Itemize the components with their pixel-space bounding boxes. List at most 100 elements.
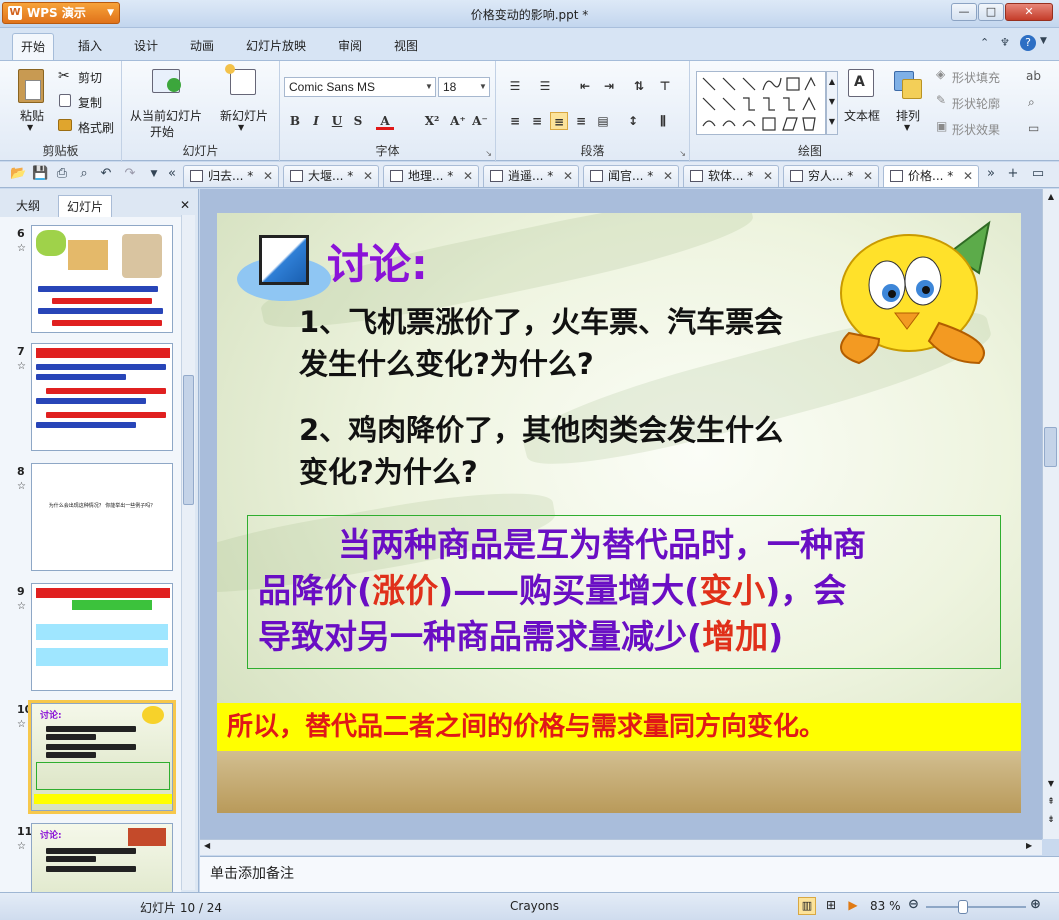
slide[interactable]: 讨论: 1、飞机票涨价了，火车票、汽车票会 发生什么变化?为什么? 2、鸡肉降价…: [217, 213, 1021, 813]
font-size-select[interactable]: 18 ▼: [438, 77, 490, 97]
close-tab-icon[interactable]: ✕: [963, 166, 973, 186]
notes-input[interactable]: 单击添加备注: [200, 856, 1059, 892]
align-right-icon[interactable]: ≡: [550, 112, 568, 130]
close-tab-icon[interactable]: ✕: [663, 166, 673, 186]
find-icon[interactable]: ⌕: [1028, 95, 1035, 110]
gallery-scroll[interactable]: ▲ ▼ ▼: [826, 71, 838, 135]
select-icon[interactable]: ▭: [1028, 121, 1039, 135]
doc-tab[interactable]: 逍遥... * ✕: [483, 165, 579, 187]
increase-indent-icon[interactable]: ⇥: [600, 77, 618, 95]
tab-insert[interactable]: 插入: [78, 37, 102, 54]
zoom-out-icon[interactable]: ⊖: [908, 897, 919, 912]
normal-view-icon[interactable]: ▥: [798, 897, 816, 915]
redo-icon[interactable]: ↷: [122, 166, 138, 182]
help-icon[interactable]: ?: [1020, 35, 1036, 51]
doc-tab[interactable]: 闻官... * ✕: [583, 165, 679, 187]
dialog-launcher-icon[interactable]: ↘: [485, 149, 492, 158]
close-tab-icon[interactable]: ✕: [863, 166, 873, 186]
align-left-icon[interactable]: ≡: [506, 112, 524, 130]
line-spacing-icon[interactable]: ↕: [624, 112, 642, 130]
slide-thumbnail[interactable]: 讨论:: [31, 823, 173, 892]
slide-thumbnail[interactable]: [31, 343, 173, 451]
slide-horizontal-scrollbar[interactable]: ◀ ▶: [200, 839, 1042, 855]
tab-slideshow[interactable]: 幻灯片放映: [246, 37, 306, 54]
scroll-thumb[interactable]: [1044, 427, 1057, 467]
tab-slides[interactable]: 幻灯片: [58, 195, 113, 217]
tab-view[interactable]: 视图: [394, 37, 418, 54]
dialog-launcher-icon[interactable]: ↘: [679, 149, 686, 158]
close-panel-button[interactable]: ✕: [180, 198, 190, 212]
font-color-button[interactable]: A: [376, 112, 394, 130]
scroll-thumb[interactable]: [183, 375, 194, 505]
text-direction-icon[interactable]: ⇅: [630, 77, 648, 95]
slideshow-icon[interactable]: ▶: [844, 897, 862, 915]
maximize-button[interactable]: □: [978, 3, 1004, 21]
help-dropdown-icon[interactable]: ▼: [1040, 36, 1047, 46]
tab-animation[interactable]: 动画: [190, 37, 214, 54]
slide-thumbnail[interactable]: 为什么会出现这种情况？ 你能举出一些例子吗？: [31, 463, 173, 571]
scroll-up-icon[interactable]: ▲: [1044, 189, 1058, 205]
zoom-in-icon[interactable]: ⊕: [1030, 897, 1041, 912]
zoom-slider-track[interactable]: [926, 906, 1026, 908]
scroll-tabs-right-icon[interactable]: »: [983, 166, 999, 182]
superscript-button[interactable]: X²: [420, 112, 444, 130]
open-icon[interactable]: 📂: [10, 166, 26, 182]
close-tab-icon[interactable]: ✕: [763, 166, 773, 186]
scroll-tabs-left-icon[interactable]: «: [164, 166, 180, 182]
skin-icon[interactable]: ♆: [1000, 36, 1014, 50]
grow-font-button[interactable]: A⁺: [448, 112, 468, 130]
bold-button[interactable]: B: [286, 112, 304, 130]
zoom-slider-thumb[interactable]: [958, 900, 968, 914]
tab-list-icon[interactable]: ▭: [1030, 166, 1046, 182]
slide-thumbnail[interactable]: [31, 225, 173, 333]
close-tab-icon[interactable]: ✕: [463, 166, 473, 186]
tab-review[interactable]: 审阅: [338, 37, 362, 54]
thumbnail-scrollbar[interactable]: [181, 215, 195, 890]
align-center-icon[interactable]: ≡: [528, 112, 546, 130]
justify-icon[interactable]: ≡: [572, 112, 590, 130]
tab-outline[interactable]: 大纲: [8, 195, 48, 217]
more-tools-icon[interactable]: ab: [1026, 69, 1041, 83]
slide-sorter-icon[interactable]: ⊞: [822, 897, 840, 915]
numbering-icon[interactable]: ☰: [536, 77, 554, 95]
undo-icon[interactable]: ↶: [98, 166, 114, 182]
close-tab-icon[interactable]: ✕: [263, 166, 273, 186]
scroll-left-icon[interactable]: ◀: [204, 841, 210, 850]
doc-tab[interactable]: 地理... * ✕: [383, 165, 479, 187]
shadow-button[interactable]: S: [349, 112, 367, 130]
doc-tab[interactable]: 穷人... * ✕: [783, 165, 879, 187]
print-preview-icon[interactable]: ⌕: [76, 166, 92, 182]
scroll-down-icon[interactable]: ▼: [1044, 779, 1058, 795]
close-button[interactable]: ✕: [1005, 3, 1053, 21]
minimize-button[interactable]: —: [951, 3, 977, 21]
collapse-ribbon-icon[interactable]: ⌃: [980, 36, 994, 50]
customize-toolbar-icon[interactable]: ▼: [146, 166, 162, 182]
doc-tab-active[interactable]: 价格... * ✕: [883, 165, 979, 187]
slide-thumbnail-selected[interactable]: 讨论:: [28, 700, 176, 814]
slide-vertical-scrollbar[interactable]: ▲ ▼ ⇞ ⇟: [1042, 189, 1059, 839]
close-tab-icon[interactable]: ✕: [563, 166, 573, 186]
doc-tab[interactable]: 归去... * ✕: [183, 165, 279, 187]
font-name-select[interactable]: Comic Sans MS ▼: [284, 77, 436, 97]
save-icon[interactable]: 💾: [32, 166, 48, 182]
align-text-icon[interactable]: ⊤: [656, 77, 674, 95]
shrink-font-button[interactable]: A⁻: [470, 112, 490, 130]
new-tab-icon[interactable]: +: [1005, 166, 1021, 182]
previous-slide-icon[interactable]: ⇞: [1044, 797, 1058, 813]
print-icon[interactable]: ⎙: [54, 166, 70, 182]
scroll-right-icon[interactable]: ▶: [1026, 841, 1032, 850]
bullets-icon[interactable]: ☰: [506, 77, 524, 95]
next-slide-icon[interactable]: ⇟: [1044, 815, 1058, 831]
tab-home[interactable]: 开始: [12, 33, 55, 60]
close-tab-icon[interactable]: ✕: [363, 166, 373, 186]
doc-tab[interactable]: 软体... * ✕: [683, 165, 779, 187]
doc-tab[interactable]: 大堰... * ✕: [283, 165, 379, 187]
tab-design[interactable]: 设计: [134, 37, 158, 54]
shapes-gallery[interactable]: [696, 71, 826, 135]
underline-button[interactable]: U: [328, 112, 346, 130]
decrease-indent-icon[interactable]: ⇤: [576, 77, 594, 95]
distribute-icon[interactable]: ▤: [594, 112, 612, 130]
italic-button[interactable]: I: [307, 112, 325, 130]
slide-thumbnail[interactable]: [31, 583, 173, 691]
columns-icon[interactable]: ⫼: [654, 112, 672, 130]
